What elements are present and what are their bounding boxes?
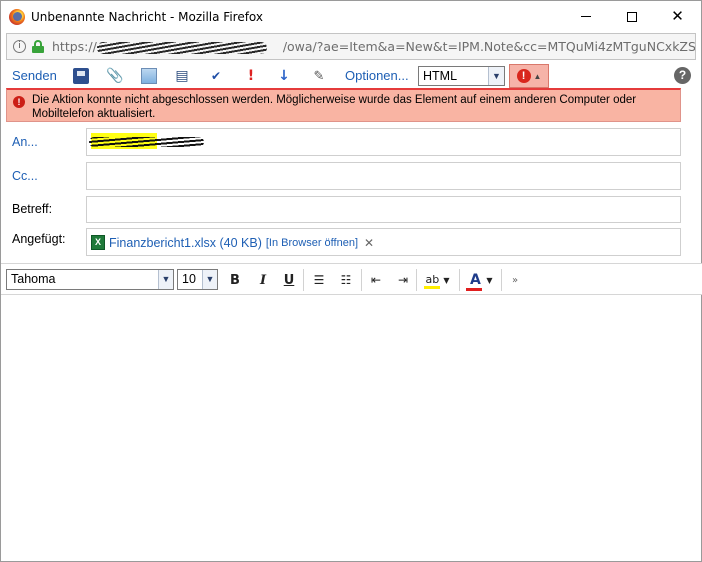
remove-attachment-icon[interactable]: ✕ xyxy=(364,236,374,250)
maximize-button[interactable] xyxy=(609,1,654,32)
format-select[interactable]: HTML ▼ xyxy=(418,66,505,86)
url-suffix: /owa/?ae=Item&a=New&t=IPM.Note&cc=MTQuMi… xyxy=(282,39,696,54)
toolbar-separator xyxy=(459,269,460,291)
address-bar[interactable]: i https:// /owa/?ae=Item&a=New&t=IPM.Note… xyxy=(6,33,696,60)
underline-button[interactable]: U xyxy=(281,271,297,289)
send-button[interactable]: Senden xyxy=(12,68,57,83)
highlight-button[interactable]: ab ▼ xyxy=(423,271,451,289)
highlighter-icon: ab xyxy=(424,273,441,289)
font-select[interactable]: Tahoma ▼ xyxy=(6,269,174,290)
error-infobar: ! Die Aktion konnte nicht abgeschlossen … xyxy=(6,88,681,122)
numbered-list-icon[interactable]: ☷ xyxy=(338,271,354,289)
paperclip-icon[interactable]: 📎 xyxy=(106,68,123,84)
browser-window: Unbenannte Nachricht - Mozilla Firefox ✕… xyxy=(0,0,702,562)
open-in-browser-link[interactable]: [In Browser öffnen] xyxy=(266,237,358,249)
chevron-down-icon: ▼ xyxy=(202,270,217,289)
address-book-icon[interactable]: ▤ xyxy=(174,68,190,84)
firefox-logo-icon xyxy=(9,9,25,25)
increase-indent-icon[interactable]: ⇥ xyxy=(395,271,411,289)
chevron-down-icon: ▼ xyxy=(158,270,173,289)
options-button[interactable]: Optionen... xyxy=(345,68,409,83)
chevron-down-icon: ▼ xyxy=(443,275,450,285)
toolbar-separator xyxy=(416,269,417,291)
attachment-link[interactable]: Finanzbericht1.xlsx (40 KB) xyxy=(109,236,262,250)
minimize-icon xyxy=(580,16,591,17)
title-bar: Unbenannte Nachricht - Mozilla Firefox ✕ xyxy=(1,1,701,32)
chevron-down-icon: ▼ xyxy=(486,275,493,285)
toolbar-separator xyxy=(303,269,304,291)
more-options-icon[interactable]: » xyxy=(507,271,523,289)
help-icon[interactable]: ? xyxy=(674,67,691,84)
font-color-button[interactable]: A ▼ xyxy=(466,271,494,291)
high-importance-icon[interactable]: ! xyxy=(243,68,259,84)
message-body-editor[interactable] xyxy=(1,296,701,561)
compose-toolbar: Senden 📎 ▤ ✔ ! ↓ ✎ Optionen... HTML ▼ ! … xyxy=(6,64,696,88)
url-prefix: https:// xyxy=(52,39,97,54)
redaction-scribble xyxy=(89,137,204,147)
error-circle-icon: ! xyxy=(516,69,531,83)
highlight-color-bar xyxy=(424,286,441,289)
error-icon: ! xyxy=(13,96,25,108)
chevron-down-icon: ▼ xyxy=(488,67,504,85)
subject-field[interactable] xyxy=(86,196,681,223)
font-value: Tahoma xyxy=(11,272,56,286)
signature-icon[interactable]: ✎ xyxy=(311,68,327,84)
lock-icon[interactable] xyxy=(32,40,44,53)
subject-label: Betreff: xyxy=(12,202,53,216)
save-icon[interactable] xyxy=(73,68,89,84)
check-names-icon[interactable]: ✔ xyxy=(208,68,224,84)
close-icon: ✕ xyxy=(671,7,684,25)
cc-field[interactable] xyxy=(86,162,681,190)
close-button[interactable]: ✕ xyxy=(655,1,700,32)
url-text[interactable]: https:// /owa/?ae=Item&a=New&t=IPM.Note&c… xyxy=(52,39,696,54)
error-message: Die Aktion konnte nicht abgeschlossen we… xyxy=(32,94,637,120)
excel-file-icon: X xyxy=(91,235,105,250)
decrease-indent-icon[interactable]: ⇤ xyxy=(368,271,384,289)
window-title: Unbenannte Nachricht - Mozilla Firefox xyxy=(31,10,264,24)
attachments-field: X Finanzbericht1.xlsx (40 KB) [In Browse… xyxy=(86,228,681,256)
importance-dropdown-button[interactable]: ! ▲ xyxy=(509,64,549,88)
italic-button[interactable]: I xyxy=(255,271,271,289)
bold-button[interactable]: B xyxy=(227,271,243,289)
attachment-item: X Finanzbericht1.xlsx (40 KB) [In Browse… xyxy=(91,235,374,250)
to-field[interactable] xyxy=(86,128,681,156)
font-color-bar xyxy=(466,288,482,291)
font-size-value: 10 xyxy=(182,272,196,286)
info-icon[interactable]: i xyxy=(13,40,26,53)
format-value: HTML xyxy=(423,69,458,83)
low-importance-icon[interactable]: ↓ xyxy=(276,68,292,84)
attachment-file-name: Finanzbericht1.xlsx xyxy=(109,235,216,250)
cc-button[interactable]: Cc... xyxy=(12,169,38,183)
attachment-file-size: (40 KB) xyxy=(219,235,262,250)
redaction-scribble xyxy=(97,42,267,54)
caret-up-icon: ▲ xyxy=(533,71,542,81)
font-size-select[interactable]: 10 ▼ xyxy=(177,269,218,290)
formatting-toolbar: Tahoma ▼ 10 ▼ B I U ☰ ☷ ⇤ ⇥ ab ▼ A ▼ » xyxy=(1,263,702,295)
toolbar-separator xyxy=(361,269,362,291)
attached-label: Angefügt: xyxy=(12,232,66,246)
minimize-button[interactable] xyxy=(563,1,608,32)
toolbar-separator xyxy=(501,269,502,291)
bullet-list-icon[interactable]: ☰ xyxy=(311,271,327,289)
insert-image-icon[interactable] xyxy=(141,68,157,84)
maximize-icon xyxy=(626,11,637,22)
to-button[interactable]: An... xyxy=(12,135,38,149)
font-color-icon: A xyxy=(470,272,481,288)
